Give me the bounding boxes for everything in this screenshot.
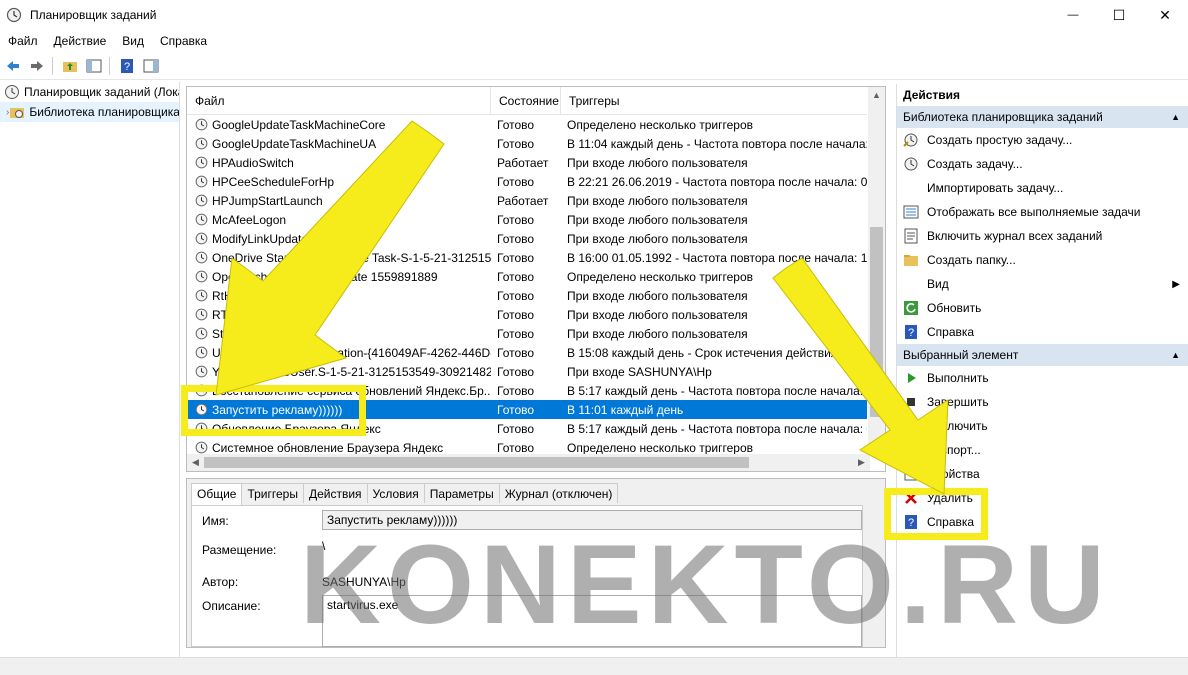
arrow-to-delete-action: [772, 257, 949, 495]
arrow-to-selected-task: [215, 120, 445, 396]
annotation-arrows: [215, 120, 949, 495]
